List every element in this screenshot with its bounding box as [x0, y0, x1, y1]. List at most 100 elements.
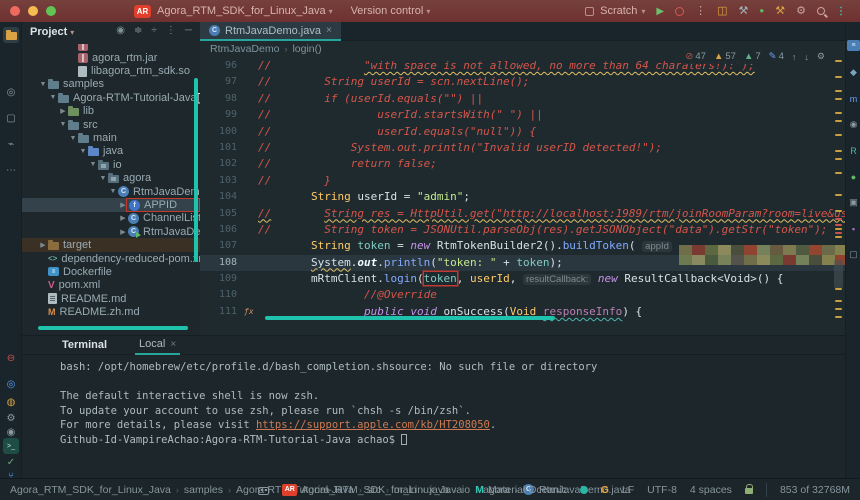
error-count[interactable]: ⊘47: [685, 51, 706, 62]
tree-item-dependency-reduced-pom.xml[interactable]: <>dependency-reduced-pom.xml: [22, 252, 200, 265]
profiler-button[interactable]: [675, 7, 684, 16]
tree-item-java[interactable]: ▼java: [22, 145, 200, 158]
tree-item-ChannelListener[interactable]: ▶CChannelListener: [22, 212, 200, 225]
tree-item-main[interactable]: ▼main: [22, 131, 200, 144]
tree-item-lib[interactable]: ▶lib: [22, 105, 200, 118]
share-icon[interactable]: ⌁: [3, 136, 19, 152]
tree-item-pom.xml[interactable]: Vpom.xml: [22, 279, 200, 292]
google-icon[interactable]: G: [601, 484, 609, 496]
warning-count[interactable]: ▲57: [714, 51, 736, 62]
inspection-settings-icon[interactable]: ⚙: [817, 51, 825, 62]
code-line-104[interactable]: 104 String userId = "admin";: [200, 189, 845, 205]
project-name-menu[interactable]: Agora_RTM_SDK_for_Linux_Java: [157, 5, 326, 17]
terminal-tab-local[interactable]: Local ×: [135, 336, 180, 355]
warning-mark[interactable]: [835, 308, 842, 310]
code-line-99[interactable]: 99// userId.startsWith(" ") ||: [200, 107, 845, 123]
code-line-105[interactable]: 105// String res = HttpUtil.get("http://…: [200, 206, 845, 222]
status-breadcrumb-item[interactable]: samples: [184, 484, 223, 496]
database-icon[interactable]: ≡: [847, 40, 860, 51]
gradle-icon[interactable]: ◆: [847, 66, 860, 79]
warning-mark[interactable]: [835, 90, 842, 92]
assistant-icon[interactable]: ◉: [847, 118, 860, 131]
warning-mark[interactable]: [835, 172, 842, 174]
warning-mark[interactable]: [835, 210, 842, 212]
project-title[interactable]: Project: [30, 26, 67, 38]
code-area[interactable]: 96// "with space is not allowed, no more…: [200, 58, 845, 320]
warning-mark[interactable]: [835, 60, 842, 62]
terminal-link[interactable]: https://support.apple.com/kb/HT208050: [256, 419, 490, 431]
tree-item-RtmJavaDemo.java[interactable]: ▼CRtmJavaDemo.java: [22, 185, 200, 198]
warning-mark[interactable]: [835, 228, 842, 230]
code-line-98[interactable]: 98// if (userId.equals("") ||: [200, 91, 845, 107]
more-icon[interactable]: ⋯: [3, 162, 19, 178]
run-button[interactable]: ▶: [656, 6, 664, 17]
line-ending-widget[interactable]: LF: [622, 484, 634, 496]
terminal-icon[interactable]: >_: [3, 438, 19, 454]
zoom-window-button[interactable]: [46, 6, 56, 16]
tree-item-agora[interactable]: ▼agora: [22, 172, 200, 185]
weak-count[interactable]: ▲7: [744, 51, 761, 62]
tree-item-agora_rtm.jar[interactable]: agora_rtm.jar: [22, 51, 200, 64]
error-mark[interactable]: [835, 224, 842, 226]
warning-mark[interactable]: [835, 112, 842, 114]
tree-item-clipped[interactable]: [22, 44, 200, 51]
editor-horizontal-scrollbar[interactable]: [265, 316, 555, 320]
error-mark[interactable]: [835, 218, 842, 220]
tools-icon[interactable]: ⚒: [775, 0, 785, 22]
warning-mark[interactable]: [835, 98, 842, 100]
options-icon[interactable]: ⋮: [166, 25, 176, 36]
status-project-widget[interactable]: AR Agora_RTM_SDK_for_Linux_Java: [282, 484, 462, 496]
services-icon[interactable]: ◍: [3, 394, 19, 410]
tree-item-Dockerfile[interactable]: ≡Dockerfile: [22, 265, 200, 278]
code-line-101[interactable]: 101// System.out.println("Invalid userID…: [200, 140, 845, 156]
encoding-widget[interactable]: UTF-8: [647, 484, 677, 496]
inspections-widget[interactable]: ⊘47▲57▲7✎4↑↓⚙: [681, 49, 829, 64]
status-dot-icon[interactable]: ●: [759, 0, 764, 22]
indent-widget[interactable]: 4 spaces: [690, 484, 732, 496]
tree-item-APPID[interactable]: ▶fAPPID: [22, 198, 200, 211]
vcs-menu[interactable]: Version control: [351, 5, 424, 17]
warning-mark[interactable]: [835, 158, 842, 160]
warning-mark[interactable]: [835, 194, 842, 196]
prev-issue-icon[interactable]: ↑: [792, 52, 797, 62]
search-icon[interactable]: [817, 7, 825, 15]
tree-item-src[interactable]: ▼src: [22, 118, 200, 131]
memory-indicator[interactable]: 853 of 32768M: [780, 484, 850, 496]
structure-icon[interactable]: ▢: [3, 110, 19, 126]
locate-icon[interactable]: ◉: [116, 25, 125, 36]
close-window-button[interactable]: [10, 6, 20, 16]
code-line-106[interactable]: 106// String token = JSONUtil.parseObj(r…: [200, 222, 845, 238]
warning-mark[interactable]: [835, 120, 842, 122]
user-settings-icon[interactable]: ⚒: [739, 0, 749, 22]
run-target-icon[interactable]: ◎: [3, 376, 19, 392]
users-icon[interactable]: ◫: [717, 0, 727, 22]
hide-icon[interactable]: ─: [185, 25, 192, 36]
status-dot-icon[interactable]: ●: [847, 170, 860, 183]
project-vertical-scrollbar[interactable]: [194, 78, 198, 262]
package-icon[interactable]: ▢: [847, 248, 860, 261]
code-line-109[interactable]: 109 mRtmClient.login(token, userId, resu…: [200, 271, 845, 287]
minimize-window-button[interactable]: [28, 6, 38, 16]
tree-item-io[interactable]: ▼io: [22, 158, 200, 171]
code-line-97[interactable]: 97// String userId = scn.nextLine();: [200, 74, 845, 90]
code-line-102[interactable]: 102// return false;: [200, 156, 845, 172]
warning-mark[interactable]: [835, 134, 842, 136]
plugin-icon[interactable]: ▪: [847, 222, 860, 235]
commit-icon[interactable]: ◎: [3, 84, 19, 100]
tree-item-README.md[interactable]: README.md: [22, 292, 200, 305]
collapse-icon[interactable]: ÷: [151, 25, 157, 36]
expand-icon[interactable]: ≑: [134, 25, 142, 36]
code-line-103[interactable]: 103// }: [200, 173, 845, 189]
close-tab-icon[interactable]: ×: [170, 339, 176, 350]
breadcrumb-item[interactable]: login(): [292, 43, 321, 55]
tree-item-libagora_rtm_sdk.so[interactable]: libagora_rtm_sdk.so: [22, 64, 200, 77]
project-folder-icon[interactable]: [3, 27, 19, 43]
problems-icon[interactable]: ⊖: [3, 350, 19, 366]
more-icon[interactable]: ⋮: [695, 0, 706, 22]
error-mark[interactable]: [835, 232, 842, 234]
close-tab-icon[interactable]: ×: [326, 25, 332, 36]
code-line-107[interactable]: 107 String token = new RtmTokenBuilder2(…: [200, 238, 845, 254]
project-horizontal-scrollbar[interactable]: [38, 326, 188, 330]
maven-icon[interactable]: m: [847, 92, 860, 105]
warning-mark[interactable]: [835, 316, 842, 318]
